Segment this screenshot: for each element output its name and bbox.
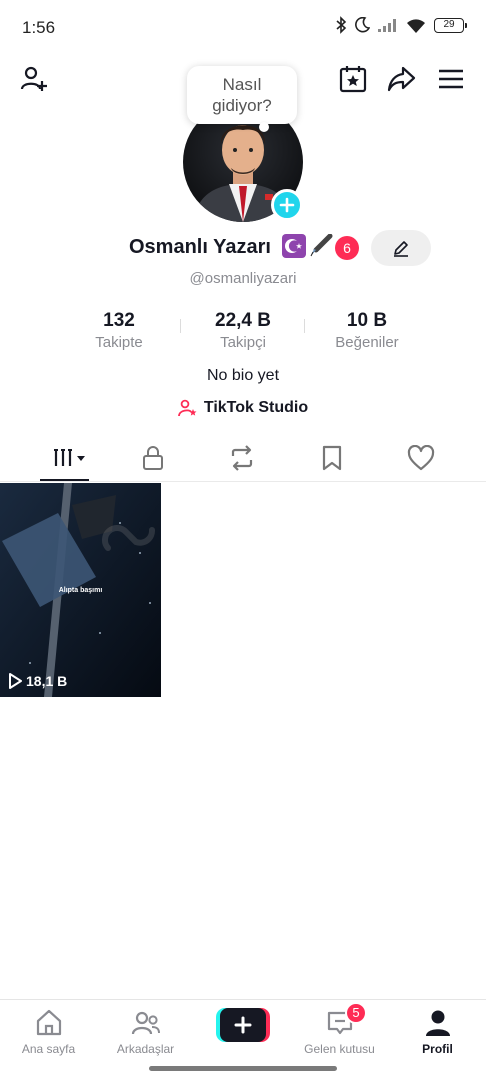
nav-inbox[interactable]: Gelen kutusu <box>291 1008 388 1056</box>
plus-icon <box>279 197 295 213</box>
wifi-icon <box>407 18 425 33</box>
add-friend-button[interactable] <box>17 62 51 96</box>
name-row: Osmanlı Yazarı 6 <box>0 230 486 266</box>
watermark-icon <box>101 524 155 551</box>
tab-reposts[interactable] <box>222 442 262 474</box>
tab-videos[interactable] <box>46 442 90 474</box>
crescent-star-icon <box>282 234 306 258</box>
video-thumbnail[interactable]: Alıpta başımı 18,1 B <box>0 483 161 697</box>
signal-icon <box>378 19 396 32</box>
bubble-tail <box>259 122 269 132</box>
add-avatar-button[interactable] <box>271 189 303 221</box>
following-label: Takipte <box>95 334 143 351</box>
video-views: 18,1 B <box>8 673 67 689</box>
create-button[interactable] <box>216 1008 270 1042</box>
calendar-star-icon <box>339 66 367 93</box>
share-profile-button[interactable] <box>384 62 418 96</box>
likes-count: 10 B <box>346 310 388 331</box>
tab-private[interactable] <box>133 442 173 474</box>
repost-icon <box>231 445 253 471</box>
name-emoji <box>282 234 334 258</box>
notification-badge[interactable]: 6 <box>335 236 359 260</box>
lock-icon <box>143 446 163 470</box>
nav-inbox-label: Gelen kutusu <box>304 1042 375 1056</box>
profile-icon <box>425 1010 450 1036</box>
nav-friends-label: Arkadaşlar <box>116 1042 175 1056</box>
battery-icon: 29 <box>434 17 467 33</box>
create-button-core <box>220 1008 266 1042</box>
likes-label: Beğeniler <box>335 334 399 351</box>
video-view-count: 18,1 B <box>26 673 68 689</box>
status-icons: 29 <box>336 16 467 34</box>
status-time: 1:56 <box>22 18 56 37</box>
followers-count: 22,4 B <box>215 310 271 331</box>
username: @osmanliyazari <box>189 270 297 287</box>
tab-liked[interactable] <box>401 442 441 474</box>
plus-icon <box>234 1016 252 1034</box>
heart-icon <box>407 445 435 471</box>
bluetooth-icon <box>336 16 347 34</box>
tab-saved[interactable] <box>312 442 352 474</box>
bio-text[interactable]: No bio yet <box>0 367 486 385</box>
menu-button[interactable] <box>434 62 468 96</box>
person-star-icon <box>177 399 197 417</box>
nav-friends[interactable]: Arkadaşlar <box>97 1008 194 1056</box>
tiktok-studio-label: TikTok Studio <box>203 399 309 416</box>
calendar-button[interactable] <box>336 62 370 96</box>
tiktok-studio-link[interactable]: TikTok Studio <box>0 398 486 418</box>
stat-likes[interactable]: 10 B Beğeniler <box>297 310 437 353</box>
video-grid-icon <box>54 449 85 466</box>
friends-icon <box>131 1011 160 1035</box>
play-icon <box>9 673 22 689</box>
hamburger-menu-icon <box>439 69 463 89</box>
active-tab-indicator <box>40 479 89 481</box>
home-icon <box>36 1009 61 1036</box>
inbox-badge: 5 <box>345 1002 367 1024</box>
pencil-icon <box>394 241 408 257</box>
profile-tabs <box>0 436 486 482</box>
video-title: Alıpta başımı <box>58 587 103 594</box>
stat-following[interactable]: 132 Takipte <box>49 310 189 353</box>
followers-label: Takipçi <box>220 334 266 351</box>
stat-followers[interactable]: 22,4 B Takipçi <box>173 310 313 353</box>
edit-profile-button[interactable] <box>371 230 431 266</box>
nav-home-label: Ana sayfa <box>21 1042 76 1056</box>
nav-profile-label: Profil <box>422 1042 453 1056</box>
profile-stats: 132 Takipte 22,4 B Takipçi 10 B Beğenile… <box>0 310 486 354</box>
person-plus-icon <box>20 66 47 91</box>
nav-home[interactable]: Ana sayfa <box>0 1008 97 1056</box>
moon-icon <box>355 17 370 33</box>
home-indicator[interactable] <box>149 1066 337 1071</box>
status-bubble[interactable]: Nasıl gidiyor? <box>187 66 297 124</box>
bubble-line-2: gidiyor? <box>212 96 272 115</box>
bookmark-icon <box>322 445 342 471</box>
display-name: Osmanlı Yazarı <box>129 236 271 258</box>
fountain-pen-icon <box>310 234 333 257</box>
watermark-logo <box>100 518 160 562</box>
status-bar: 1:56 29 <box>0 0 486 54</box>
share-arrow-icon <box>387 66 416 92</box>
following-count: 132 <box>103 310 135 331</box>
nav-profile[interactable]: Profil <box>389 1008 486 1056</box>
bubble-line-1: Nasıl <box>222 75 262 94</box>
